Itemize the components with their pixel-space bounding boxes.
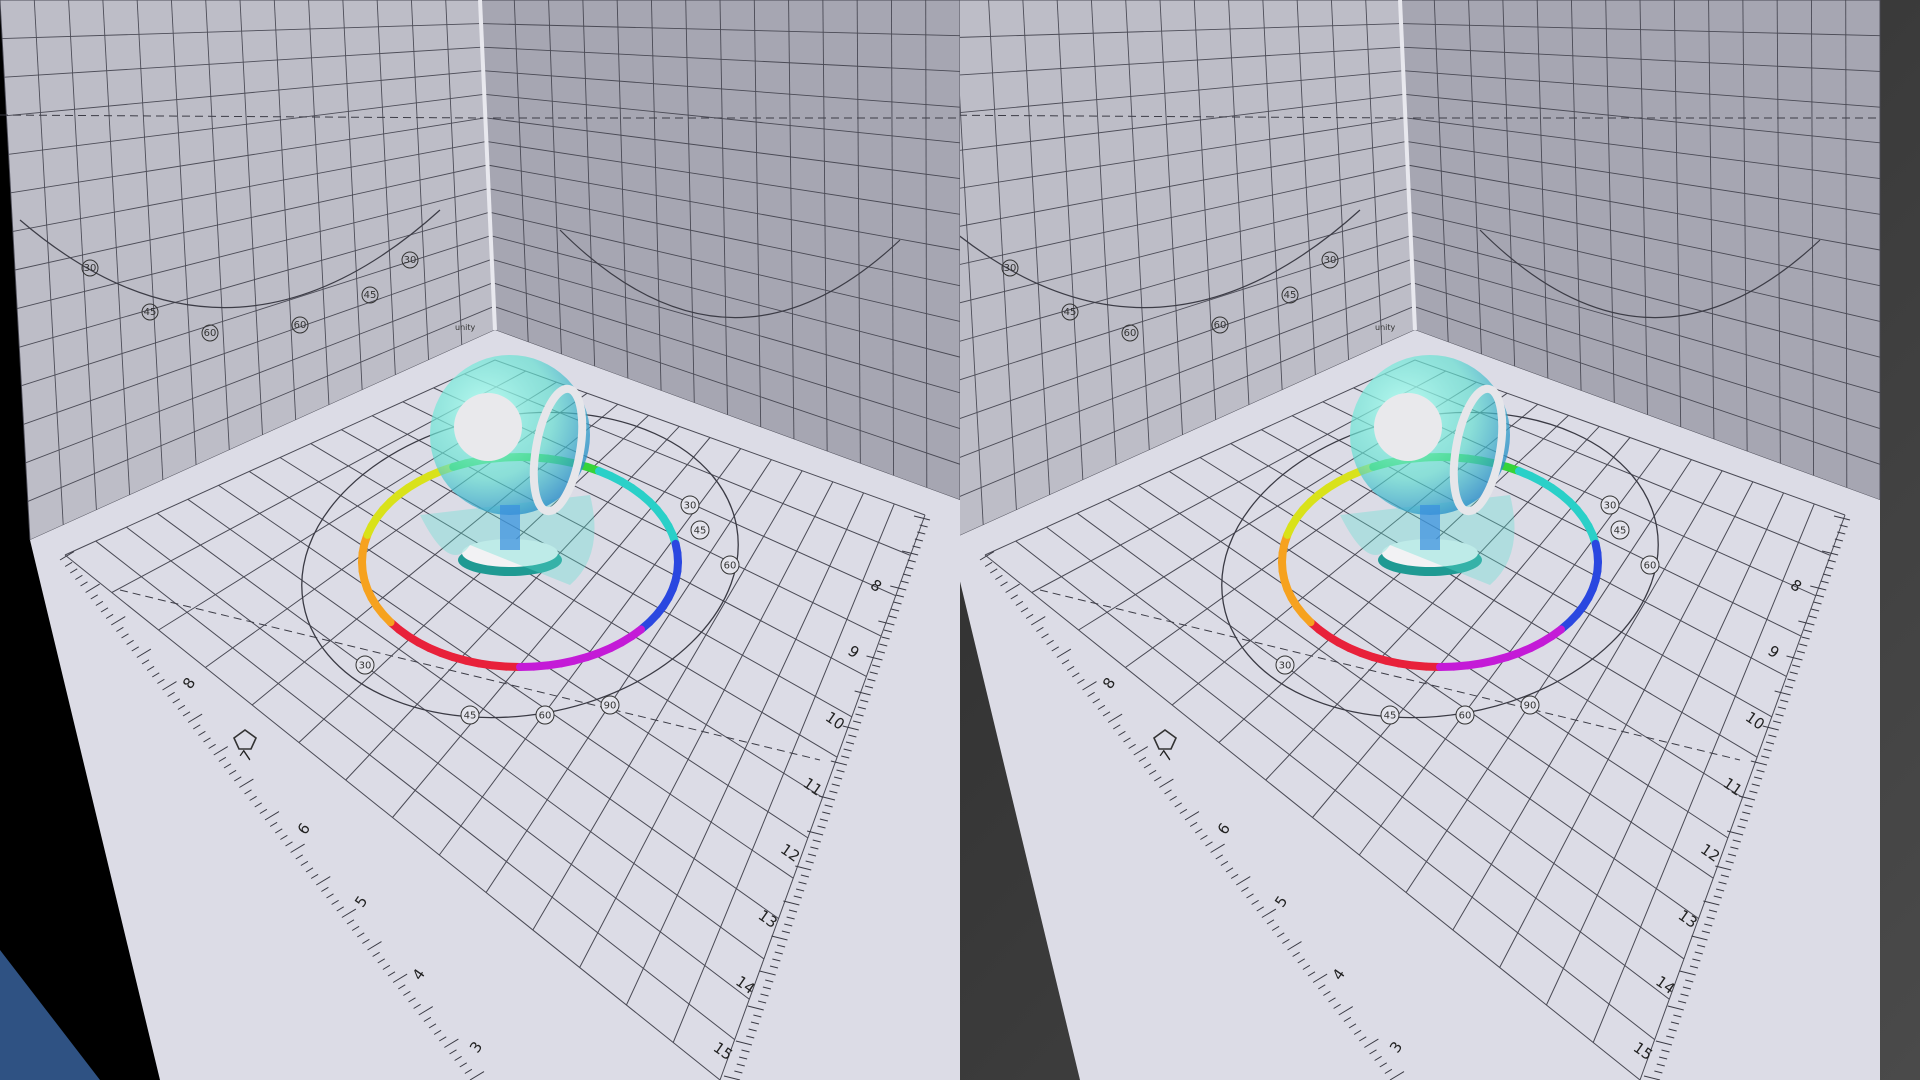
floor-angle-label: 60 (724, 561, 737, 572)
glass-ball-model (420, 355, 595, 585)
floor-angle-label: 60 (1644, 561, 1657, 572)
floor-angle-label: 90 (1524, 701, 1537, 712)
floor-angle-label: 60 (1459, 711, 1472, 722)
wall-angle-label: 60 (1124, 328, 1137, 339)
wall-angle-label: 30 (1324, 255, 1337, 266)
wall-angle-label: 45 (364, 290, 377, 301)
floor-angle-label: 45 (464, 711, 477, 722)
wall-angle-label: 30 (84, 263, 97, 274)
wall-angle-label: 60 (204, 328, 217, 339)
wall-angle-label: 45 (144, 307, 157, 318)
wall-brand-label: unity (455, 323, 476, 332)
floor-angle-label: 30 (359, 661, 372, 672)
floor-angle-label: 45 (1384, 711, 1397, 722)
floor-angle-label: 45 (694, 526, 707, 537)
wall-angle-label: 60 (294, 320, 307, 331)
floor-angle-label: 90 (604, 701, 617, 712)
wall-angle-label: 45 (1284, 290, 1297, 301)
floor-angle-label: 30 (1604, 501, 1617, 512)
scene-canvas: 304560604530unity3045 6090604530891011121… (0, 0, 960, 1080)
wall-angle-label: 45 (1064, 307, 1077, 318)
pedestal-stem (500, 505, 520, 550)
left-eye-view: 30 45 60 60 45 30 unity 30 45 60 90 60 45 30 8 9 10 11 12 1… (0, 0, 960, 1080)
stereo-viewport: 30 45 60 60 45 30 unity 30 45 60 90 60 45 30 8 9 10 11 12 1… (0, 0, 1920, 1080)
wall-angle-label: 30 (404, 255, 417, 266)
right-eye-view: 30 45 60 60 45 30 unity 30 45 60 90 60 45 30 8 9 10 11 12 1… (960, 0, 1920, 1080)
wall-angle-label: 60 (1214, 320, 1227, 331)
wall-brand-label: unity (1375, 323, 1396, 332)
floor-angle-label: 30 (684, 501, 697, 512)
floor-angle-label: 45 (1614, 526, 1627, 537)
floor-angle-label: 30 (1279, 661, 1292, 672)
inner-sphere (454, 393, 522, 461)
scene-canvas: 304560604530unity3045 6090604530891011121… (960, 0, 1920, 1080)
floor-angle-label: 60 (539, 711, 552, 722)
glass-ball-model (1340, 355, 1515, 585)
inner-sphere (1374, 393, 1442, 461)
pedestal-stem (1420, 505, 1440, 550)
wall-angle-label: 30 (1004, 263, 1017, 274)
